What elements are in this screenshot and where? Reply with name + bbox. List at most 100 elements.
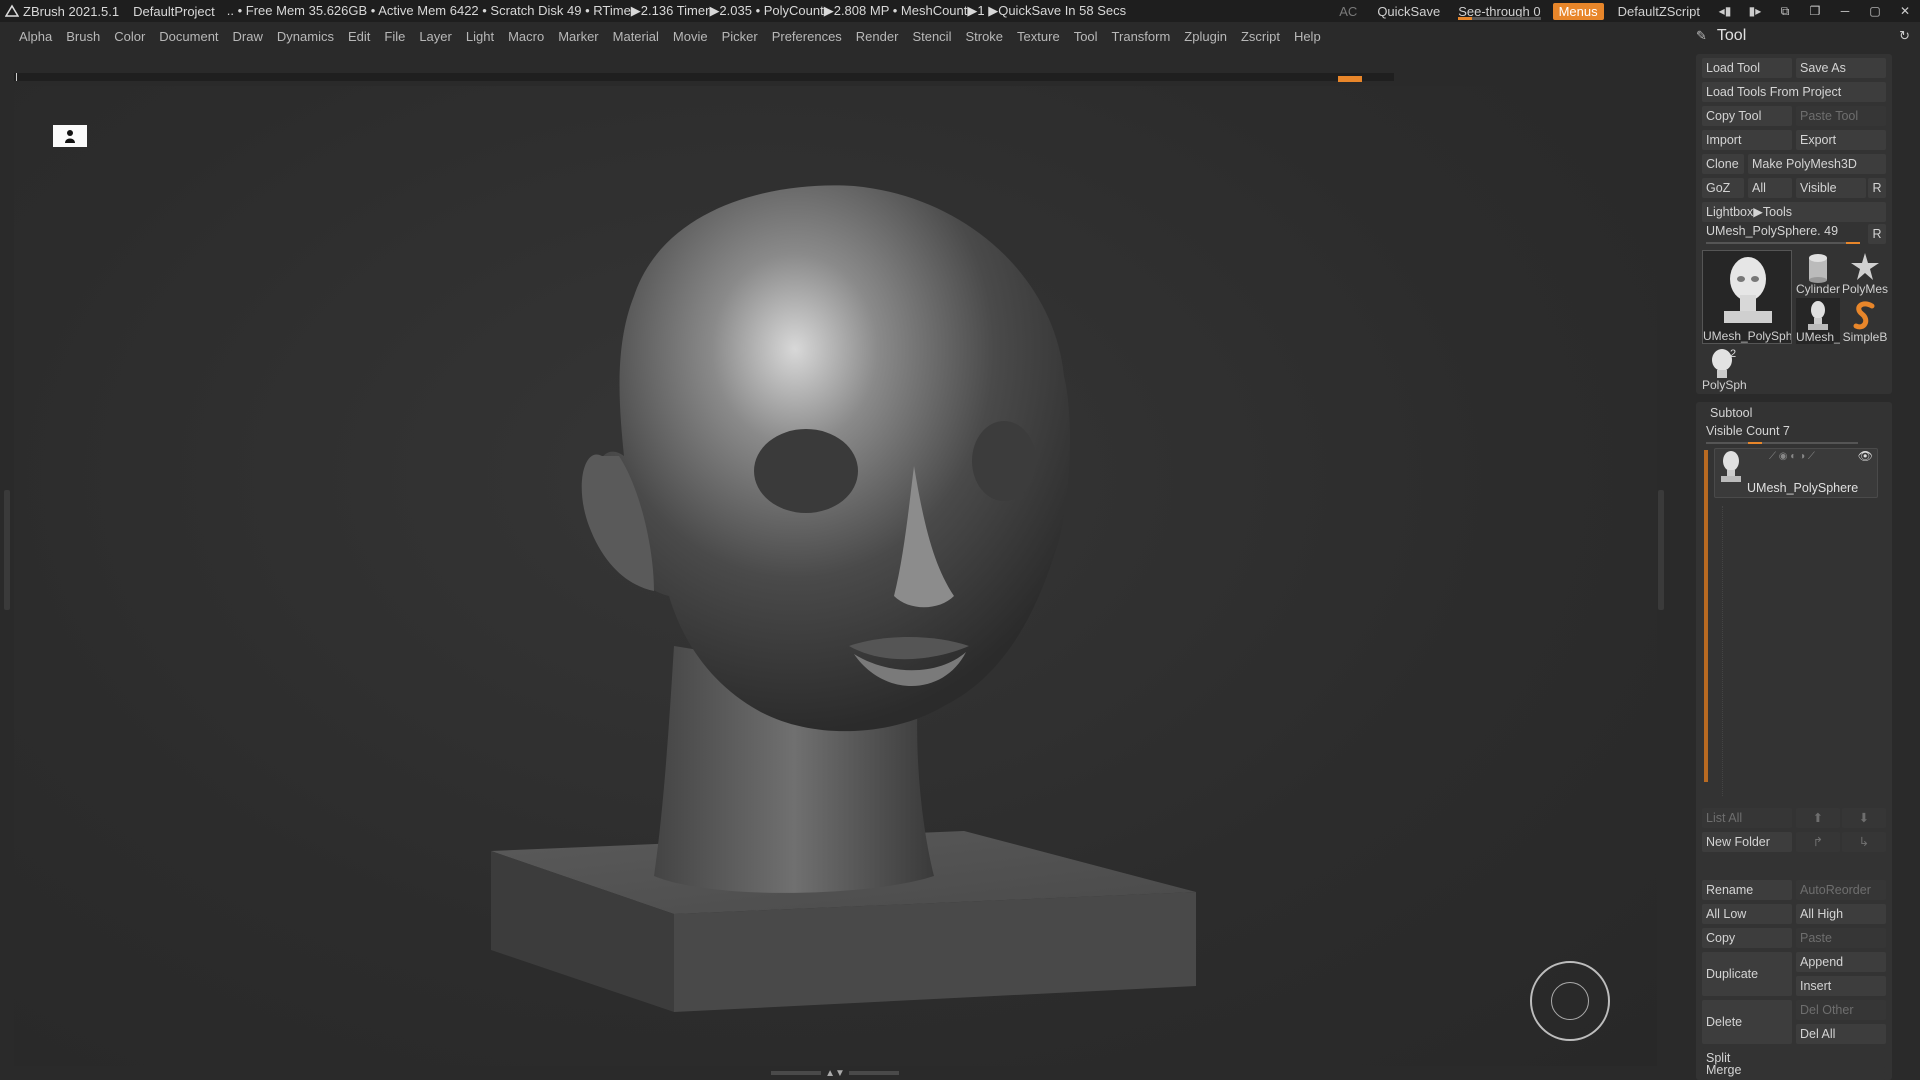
left-shelf-handle[interactable] (4, 490, 10, 610)
menu-item[interactable]: Preferences (765, 29, 849, 44)
tool-r-button[interactable]: R (1868, 224, 1886, 244)
menus-button[interactable]: Menus (1552, 2, 1604, 20)
del-other-button[interactable]: Del Other (1796, 1000, 1886, 1020)
import-button[interactable]: Import (1702, 130, 1792, 150)
subtool-item[interactable]: ⟋ ◉ ◐ ◑ ⟋ 👁 UMesh_PolySphere (1714, 448, 1878, 498)
autoreorder-button[interactable]: AutoReorder (1796, 880, 1886, 900)
goz-r-button[interactable]: R (1868, 178, 1886, 198)
menu-item[interactable]: Zplugin (1177, 29, 1234, 44)
menu-item[interactable]: Picker (715, 29, 765, 44)
thumb-label: Cylinder (1796, 282, 1840, 296)
camera-view-icon[interactable] (53, 125, 87, 147)
tool-thumb-simplebrush[interactable]: SimpleB (1842, 298, 1888, 344)
menu-item[interactable]: Tool (1067, 29, 1105, 44)
tool-panel-title: Tool (1716, 27, 1747, 44)
export-button[interactable]: Export (1796, 130, 1886, 150)
tool-thumb-polysphere[interactable]: 2 PolySph (1702, 346, 1746, 392)
visible-count-slider[interactable] (1706, 442, 1858, 444)
default-script-button[interactable]: DefaultZScript (1608, 4, 1710, 19)
move-down-icon[interactable]: ⬇ (1842, 808, 1886, 828)
layout-right-icon[interactable]: ▮▸ (1740, 4, 1770, 18)
tool-thumb-polymesh[interactable]: PolyMes (1842, 250, 1888, 296)
menu-item[interactable]: Brush (59, 29, 107, 44)
load-tools-from-project-button[interactable]: Load Tools From Project (1702, 82, 1886, 102)
navigation-gizmo-inner[interactable] (1551, 982, 1589, 1020)
subtool-scrollbar[interactable] (1704, 450, 1708, 782)
merge-button[interactable]: Merge (1702, 1064, 1886, 1080)
menu-item[interactable]: Stroke (958, 29, 1010, 44)
menu-item[interactable]: Transform (1105, 29, 1178, 44)
seethrough-bar (1458, 17, 1541, 20)
canvas-viewport[interactable] (14, 86, 1657, 1066)
maximize-icon[interactable]: ▢ (1860, 4, 1890, 18)
folder-up-icon[interactable]: ↱ (1796, 832, 1840, 852)
menu-item[interactable]: Alpha (12, 29, 59, 44)
timeline-start-tick (16, 73, 17, 81)
menu-item[interactable]: Movie (666, 29, 715, 44)
menu-item[interactable]: File (377, 29, 412, 44)
ac-label[interactable]: AC (1329, 4, 1367, 19)
menu-item[interactable]: Light (459, 29, 501, 44)
load-tool-button[interactable]: Load Tool (1702, 58, 1792, 78)
menu-item[interactable]: Help (1287, 29, 1328, 44)
copy-button[interactable]: Copy (1702, 928, 1792, 948)
thumb-label: PolyMes (1842, 282, 1888, 296)
lightbox-tools-button[interactable]: Lightbox▶Tools (1702, 202, 1886, 222)
seethrough-slider[interactable]: See-through 0 (1450, 0, 1548, 22)
minimize-icon[interactable]: ─ (1830, 4, 1860, 18)
refresh-icon[interactable]: ↻ (1899, 28, 1910, 44)
menu-item[interactable]: Macro (501, 29, 551, 44)
subtool-name: UMesh_PolySphere (1747, 481, 1859, 495)
paste-button[interactable]: Paste (1796, 928, 1886, 948)
timeline-marker[interactable] (1338, 76, 1362, 82)
goz-button[interactable]: GoZ (1702, 178, 1744, 198)
tool-slider[interactable] (1706, 242, 1860, 244)
del-all-button[interactable]: Del All (1796, 1024, 1886, 1044)
menu-item[interactable]: Draw (226, 29, 270, 44)
insert-button[interactable]: Insert (1796, 976, 1886, 996)
bottom-shelf-handle[interactable]: ▲▼ (770, 1068, 900, 1079)
menu-item[interactable]: Zscript (1234, 29, 1287, 44)
all-low-button[interactable]: All Low (1702, 904, 1792, 924)
all-high-button[interactable]: All High (1796, 904, 1886, 924)
navigation-gizmo[interactable] (1530, 961, 1610, 1041)
rename-button[interactable]: Rename (1702, 880, 1792, 900)
tool-thumb-cylinder[interactable]: Cylinder (1796, 250, 1840, 296)
menu-item[interactable]: Layer (412, 29, 459, 44)
close-icon[interactable]: ✕ (1890, 4, 1920, 18)
menu-item[interactable]: Document (152, 29, 225, 44)
tool-thumb-umesh-polysphere[interactable]: UMesh_PolySphe (1702, 250, 1792, 344)
delete-button[interactable]: Delete (1702, 1000, 1792, 1044)
window-tile-icon[interactable]: ⧉ (1770, 4, 1800, 19)
new-folder-button[interactable]: New Folder (1702, 832, 1792, 852)
paste-tool-button[interactable]: Paste Tool (1796, 106, 1886, 126)
make-polymesh3d-button[interactable]: Make PolyMesh3D (1748, 154, 1886, 174)
clone-button[interactable]: Clone (1702, 154, 1744, 174)
right-shelf-handle[interactable] (1658, 490, 1664, 610)
list-all-button[interactable]: List All (1702, 808, 1792, 828)
tool-thumb-umesh[interactable]: UMesh_ (1796, 298, 1840, 344)
menu-item[interactable]: Edit (341, 29, 377, 44)
move-up-icon[interactable]: ⬆ (1796, 808, 1840, 828)
save-as-button[interactable]: Save As (1796, 58, 1886, 78)
append-button[interactable]: Append (1796, 952, 1886, 972)
window-cascade-icon[interactable]: ❐ (1800, 4, 1830, 18)
goz-visible-button[interactable]: Visible (1796, 178, 1866, 198)
menu-item[interactable]: Marker (551, 29, 605, 44)
copy-tool-button[interactable]: Copy Tool (1702, 106, 1792, 126)
menu-item[interactable]: Material (606, 29, 666, 44)
duplicate-button[interactable]: Duplicate (1702, 952, 1792, 996)
menu-item[interactable]: Color (107, 29, 152, 44)
quicksave-button[interactable]: QuickSave (1367, 4, 1450, 19)
menu-item[interactable]: Texture (1010, 29, 1067, 44)
goz-all-button[interactable]: All (1748, 178, 1792, 198)
subtool-flags-icon[interactable]: ⟋ ◉ ◐ ◑ ⟋ (1769, 451, 1815, 462)
timeline[interactable] (14, 73, 1394, 82)
folder-down-icon[interactable]: ↳ (1842, 832, 1886, 852)
eye-icon[interactable]: 👁 (1858, 449, 1873, 463)
menu-item[interactable]: Render (849, 29, 906, 44)
tool-pin-icon[interactable]: ✎ (1696, 28, 1707, 44)
layout-left-icon[interactable]: ◂▮ (1710, 4, 1740, 18)
menu-item[interactable]: Dynamics (270, 29, 341, 44)
menu-item[interactable]: Stencil (905, 29, 958, 44)
